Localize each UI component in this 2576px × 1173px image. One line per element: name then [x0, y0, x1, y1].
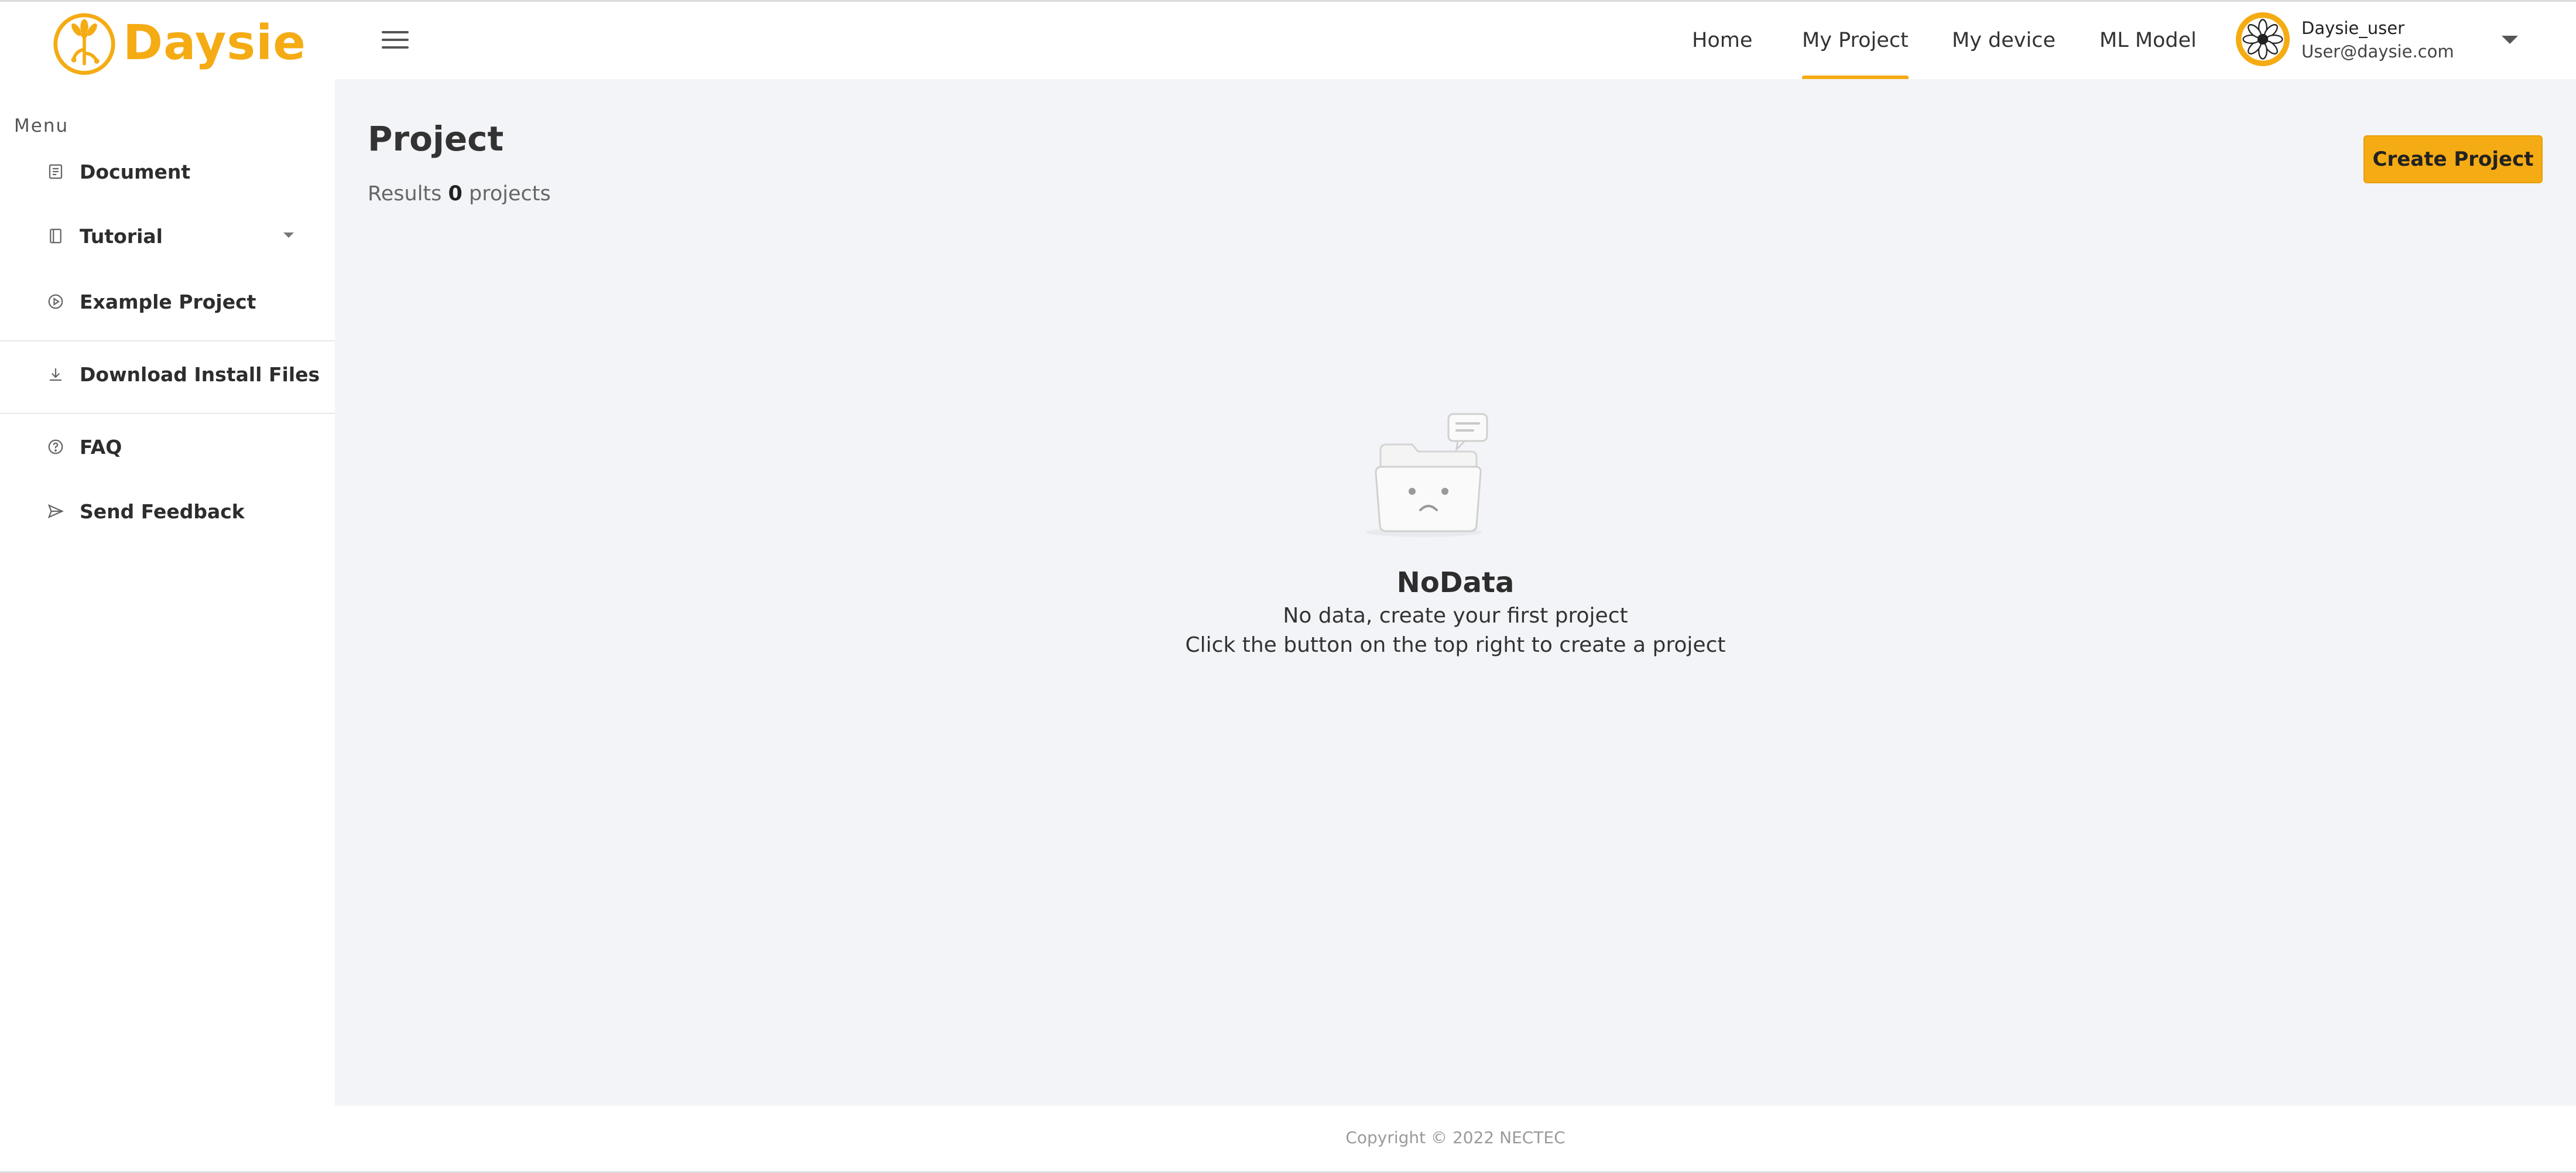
book-icon — [46, 226, 66, 246]
results-count: Results 0 projects — [368, 182, 551, 206]
nav-my-device[interactable]: My device — [1952, 2, 2056, 79]
send-icon — [46, 501, 66, 521]
main-content: Project Results 0 projects Create Projec… — [335, 79, 2576, 1106]
question-circle-icon — [46, 437, 66, 457]
sidebar-item-label: Example Project — [80, 290, 256, 313]
sidebar-item-label: Send Feedback — [80, 500, 245, 523]
footer: Copyright © 2022 NECTEC — [335, 1106, 2576, 1173]
user-name: Daysie_user — [2301, 18, 2405, 38]
daysie-logo-icon — [53, 13, 115, 75]
page-title: Project — [368, 119, 504, 159]
results-number: 0 — [448, 182, 463, 206]
sidebar-item-label: Download Install Files — [80, 362, 320, 386]
user-email: User@daysie.com — [2301, 42, 2454, 61]
sidebar-item-tutorial[interactable]: Tutorial — [0, 207, 335, 265]
sidebar-item-document[interactable]: Document — [0, 142, 335, 201]
nav-home[interactable]: Home — [1692, 2, 1752, 79]
sidebar: Daysie Menu Document Tutorial Example Pr… — [0, 2, 335, 1106]
empty-state-message: No data, create your first project — [1283, 604, 1628, 628]
sidebar-item-faq[interactable]: FAQ — [0, 418, 335, 476]
sidebar-divider — [0, 413, 335, 414]
results-prefix: Results — [368, 182, 442, 206]
nav-my-project[interactable]: My Project — [1802, 2, 1909, 81]
sidebar-item-send-feedback[interactable]: Send Feedback — [0, 482, 335, 541]
hamburger-menu-icon[interactable] — [382, 31, 409, 51]
nav-ml-model[interactable]: ML Model — [2099, 2, 2197, 79]
empty-state-title: NoData — [1396, 566, 1515, 599]
empty-state-hint: Click the button on the top right to cre… — [1185, 633, 1726, 657]
sidebar-item-label: FAQ — [80, 435, 122, 459]
top-header: Home My Project My device ML Model Daysi… — [335, 2, 2576, 81]
create-project-button[interactable]: Create Project — [2363, 135, 2543, 183]
chevron-down-icon[interactable] — [283, 232, 294, 238]
copyright-text: Copyright © 2022 NECTEC — [1345, 1128, 1566, 1147]
download-icon — [46, 364, 66, 384]
sidebar-divider — [0, 340, 335, 341]
avatar[interactable] — [2236, 12, 2290, 66]
document-icon — [46, 162, 66, 182]
caret-down-icon[interactable] — [2502, 36, 2518, 44]
daysie-logo[interactable]: Daysie — [52, 10, 306, 76]
sidebar-item-label: Document — [80, 160, 191, 183]
sidebar-item-download-install-files[interactable]: Download Install Files — [0, 345, 335, 403]
empty-folder-icon — [1365, 413, 1488, 537]
menu-caption: Menu — [14, 115, 69, 136]
sidebar-item-label: Tutorial — [80, 224, 163, 248]
sidebar-item-example-project[interactable]: Example Project — [0, 272, 335, 331]
play-circle-icon — [46, 292, 66, 312]
brand-name: Daysie — [123, 15, 306, 71]
results-suffix: projects — [469, 182, 551, 206]
user-menu[interactable]: Daysie_user User@daysie.com — [2236, 12, 2576, 69]
flower-icon — [2241, 18, 2284, 61]
